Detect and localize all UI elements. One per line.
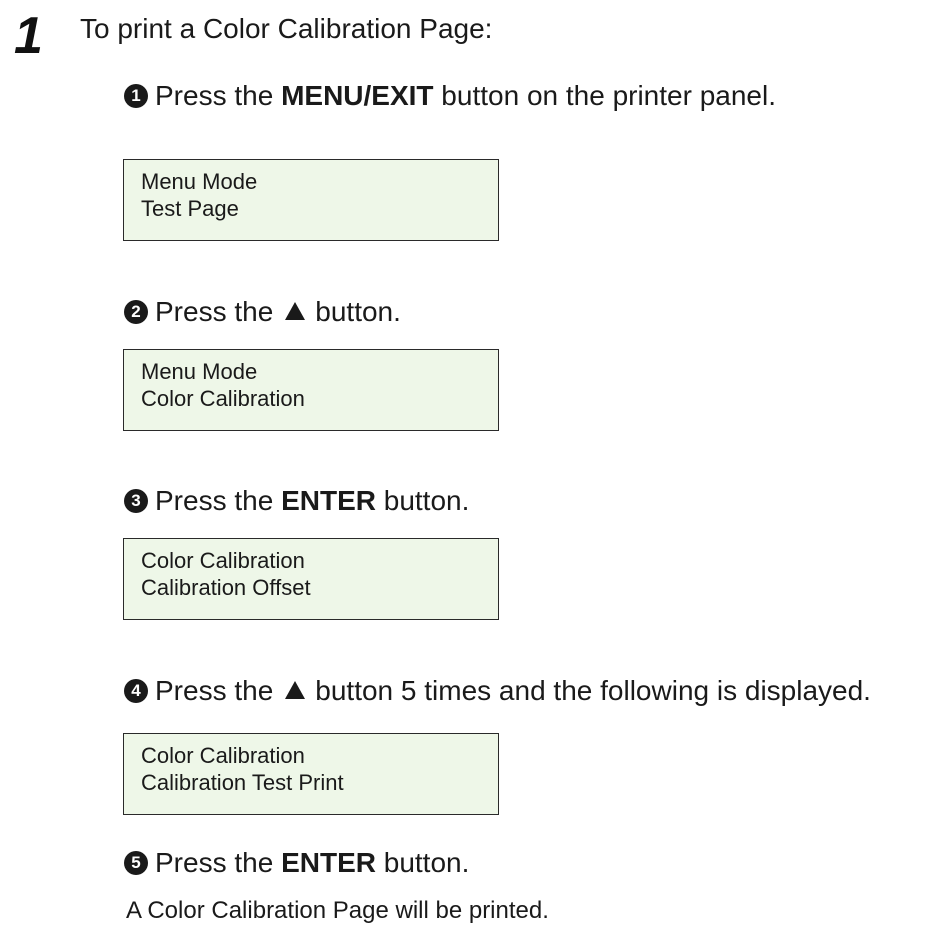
step-marker-1: 1: [124, 84, 148, 108]
substep-4: 4 Press the button 5 times and the followi…: [124, 674, 871, 708]
lcd-display-2: Menu Mode Color Calibration: [123, 349, 499, 431]
step-marker-5: 5: [124, 851, 148, 875]
substep-2-text-after: button.: [315, 296, 401, 327]
enter-button-label: ENTER: [281, 847, 376, 878]
menu-exit-button-label: MENU/EXIT: [281, 80, 434, 111]
step-marker-3: 3: [124, 489, 148, 513]
up-triangle-icon: [285, 302, 306, 320]
step-intro: To print a Color Calibration Page:: [80, 13, 493, 44]
enter-button-label: ENTER: [281, 485, 376, 516]
substep-4-text-after: button 5 times and the following is disp…: [315, 675, 871, 706]
up-triangle-icon: [285, 681, 306, 699]
substep-2-text-before: Press the: [155, 296, 274, 327]
substep-3: 3 Press the ENTER button.: [124, 484, 469, 518]
lcd-line-2: Calibration Offset: [141, 575, 311, 600]
lcd-line-2: Calibration Test Print: [141, 770, 344, 795]
substep-4-text-before: Press the: [155, 675, 274, 706]
lcd-display-1: Menu Mode Test Page: [123, 159, 499, 241]
substep-5: 5 Press the ENTER button.: [124, 846, 469, 880]
result-note: A Color Calibration Page will be printed…: [126, 897, 549, 924]
substep-5-text-before: Press the: [155, 847, 282, 878]
substep-2: 2 Press the button.: [124, 295, 401, 329]
lcd-line-1: Color Calibration: [141, 743, 305, 768]
substep-3-text-after: button.: [375, 485, 470, 516]
substep-1-text-before: Press the: [155, 80, 282, 111]
substep-1-text-after: button on the printer panel.: [433, 80, 776, 111]
step-marker-4: 4: [124, 679, 148, 703]
step-marker-2: 2: [124, 300, 148, 324]
substep-3-text-before: Press the: [155, 485, 282, 516]
lcd-display-3: Color Calibration Calibration Offset: [123, 538, 499, 620]
substep-1: 1 Press the MENU/EXIT button on the print…: [124, 79, 776, 113]
lcd-line-1: Menu Mode: [141, 359, 258, 384]
step-number: 1: [14, 7, 43, 65]
lcd-line-1: Menu Mode: [141, 169, 258, 194]
lcd-line-2: Color Calibration: [141, 386, 305, 411]
lcd-line-2: Test Page: [141, 196, 239, 221]
substep-5-text-after: button.: [375, 847, 470, 878]
lcd-display-4: Color Calibration Calibration Test Print: [123, 733, 499, 815]
lcd-line-1: Color Calibration: [141, 548, 305, 573]
